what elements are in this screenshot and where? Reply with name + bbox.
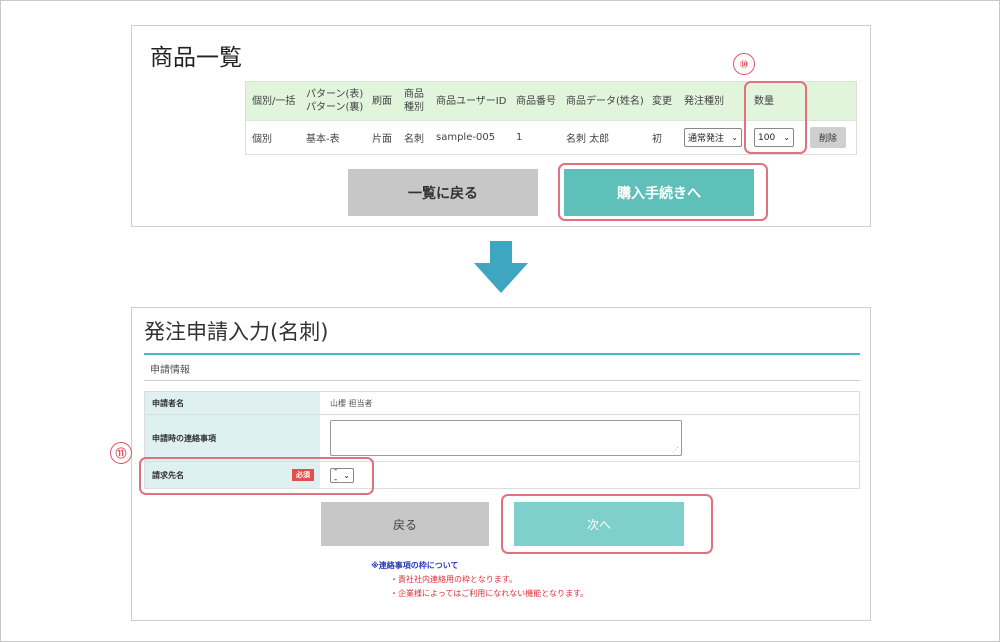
col-header-type: 商品 種別 [401, 81, 433, 121]
step-marker-11: ⑪ [110, 442, 132, 464]
cell-change: 初 [649, 120, 681, 155]
contact-textarea[interactable]: ⋰ [330, 420, 682, 456]
purchase-highlight [558, 163, 768, 221]
quantity-highlight [744, 81, 807, 154]
contact-value-cell: ⋰ [320, 415, 859, 461]
next-highlight [501, 494, 713, 554]
cell-pattern: 基本-表 [303, 120, 369, 155]
note-title: ※連絡事項の枠について [371, 561, 459, 570]
chevron-down-icon: ⌄ [731, 133, 738, 142]
resize-grip-icon[interactable]: ⋰ [672, 446, 679, 454]
col-header-pattern: パターン(表) パターン(裏) [303, 81, 369, 121]
contact-label: 申請時の連絡事項 [145, 415, 320, 461]
order-form-panel: 発注申請入力(名刺) 申請情報 申請者名 山櫻 担当者 申請時の連絡事項 ⋰ 請… [131, 307, 871, 621]
cell-product-type: 名刺 [401, 120, 433, 155]
col-header-kind: 個別/一括 [245, 81, 303, 121]
order-type-value: 通常発注 [688, 134, 725, 144]
contact-row: 申請時の連絡事項 ⋰ [144, 415, 860, 462]
page-title: 発注申請入力(名刺) [144, 320, 329, 344]
section-divider [144, 380, 860, 381]
col-header-order-type: 発注種別 [681, 81, 751, 121]
cell-product-no: 1 [513, 120, 563, 155]
applicant-value: 山櫻 担当者 [330, 398, 373, 408]
back-to-list-button[interactable]: 一覧に戻る [348, 169, 538, 216]
col-header-user-id: 商品ユーザーID [433, 81, 513, 121]
col-header-change: 変更 [649, 81, 681, 121]
cell-product-data: 名刺 太郎 [563, 120, 649, 155]
step-marker-10: ⑩ [733, 53, 755, 75]
down-arrow-icon [474, 241, 528, 293]
contact-label-text: 申請時の連絡事項 [152, 433, 216, 443]
note-line-2: ・企業様によってはご利用になれない機能となります。 [390, 589, 589, 598]
applicant-label-text: 申請者名 [152, 398, 184, 408]
page-title: 商品一覧 [150, 45, 242, 71]
product-list-panel: 商品一覧 個別/一括 パターン(表) パターン(裏) 刷面 商品 種別 商品ユーザー… [131, 25, 871, 227]
billing-highlight [139, 457, 374, 495]
back-button[interactable]: 戻る [321, 502, 489, 546]
cell-user-id: sample-005 [433, 120, 513, 155]
col-header-product-no: 商品番号 [513, 81, 563, 121]
cell-actions: 削除 [807, 120, 857, 155]
billing-value-cell: -- ⌄ [320, 462, 859, 488]
section-heading: 申請情報 [150, 365, 190, 376]
col-header-product-data: 商品データ(姓名) [563, 81, 649, 121]
delete-button[interactable]: 削除 [810, 127, 847, 148]
cell-order-type: 通常発注 ⌄ [681, 120, 751, 155]
applicant-row: 申請者名 山櫻 担当者 [144, 391, 860, 415]
order-type-select[interactable]: 通常発注 ⌄ [684, 128, 742, 147]
title-divider [144, 353, 860, 355]
cell-side: 片面 [369, 120, 401, 155]
applicant-label: 申請者名 [145, 392, 320, 414]
col-header-actions [807, 81, 857, 121]
note-line-1: ・責社社内連絡用の枠となります。 [390, 575, 517, 584]
col-header-side: 刷面 [369, 81, 401, 121]
cell-kind: 個別 [245, 120, 303, 155]
